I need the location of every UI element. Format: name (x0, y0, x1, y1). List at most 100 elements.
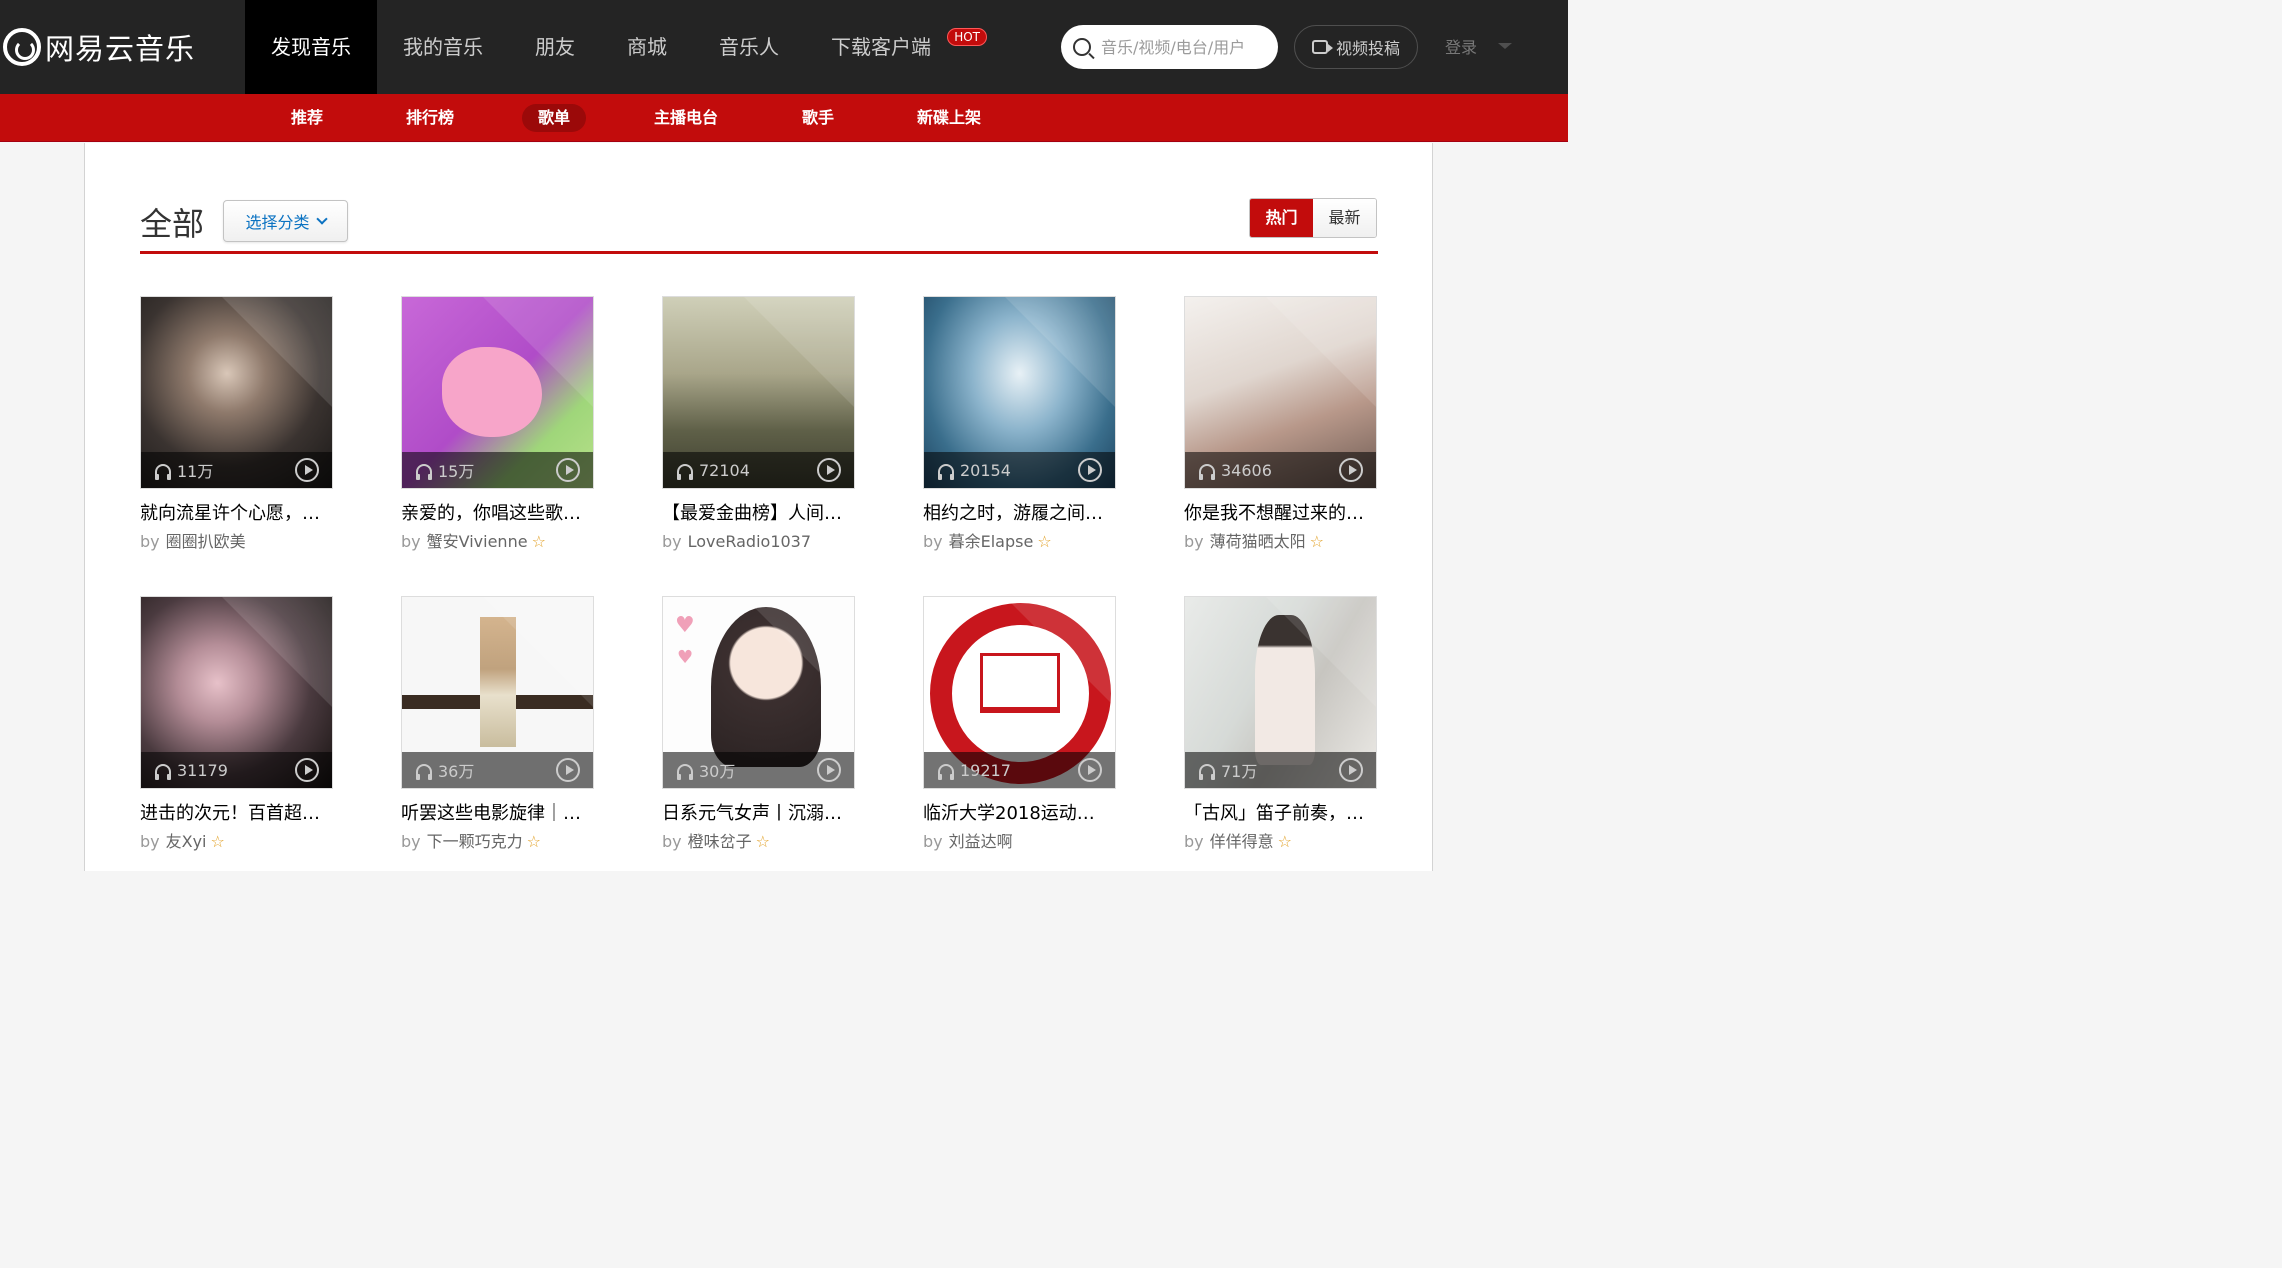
playlist-cover[interactable]: 20154 (923, 296, 1116, 489)
playlist-author[interactable]: 薄荷猫晒太阳 (1210, 531, 1306, 553)
nav-item-friends[interactable]: 朋友 (509, 0, 601, 94)
headphone-icon (416, 764, 432, 780)
play-icon[interactable] (1339, 758, 1363, 782)
star-icon: ☆ (1277, 832, 1292, 851)
playlist-title[interactable]: 听罢这些电影旋律｜… (401, 801, 594, 827)
cover-shine (483, 597, 593, 707)
nav-item-my-music[interactable]: 我的音乐 (377, 0, 509, 94)
nav-item-discover[interactable]: 发现音乐 (245, 0, 377, 94)
playlist-card: 71万 「古风」笛子前奏，… by 佯佯得意 ☆ (1184, 596, 1377, 853)
play-icon[interactable] (1078, 458, 1102, 482)
playlist-author-line: by LoveRadio1037 (662, 531, 855, 553)
subnav-item-new-albums[interactable]: 新碟上架 (901, 104, 997, 132)
cover-bar: 72104 (663, 452, 854, 488)
playlist-author[interactable]: 暮余Elapse (949, 531, 1034, 553)
by-label: by (401, 532, 421, 551)
login-link[interactable]: 登录 (1445, 34, 1477, 58)
headphone-icon (938, 764, 954, 780)
playlist-cover[interactable]: 19217 (923, 596, 1116, 789)
playlist-card: 19217 临沂大学2018运动… by 刘益达啊 (923, 596, 1116, 853)
play-icon[interactable] (1339, 458, 1363, 482)
playlist-title[interactable]: 就向流星许个心愿，… (140, 501, 333, 527)
play-icon[interactable] (556, 458, 580, 482)
caret-down-icon[interactable] (1498, 43, 1512, 49)
nav-item-musician[interactable]: 音乐人 (693, 0, 805, 94)
playlist-title[interactable]: 日系元气女声丨沉溺… (662, 801, 855, 827)
playlist-title[interactable]: 你是我不想醒过来的… (1184, 501, 1377, 527)
search-icon (1073, 38, 1091, 56)
playlist-author-line: by 圈圈扒欧美 (140, 531, 333, 553)
by-label: by (140, 532, 160, 551)
playlist-cover[interactable]: 11万 (140, 296, 333, 489)
video-upload-button[interactable]: 视频投稿 (1294, 25, 1418, 69)
playlist-author[interactable]: 佯佯得意 (1210, 831, 1274, 853)
playlist-author[interactable]: 友Xyi (166, 831, 207, 853)
cover-bar: 20154 (924, 452, 1115, 488)
playlist-cover[interactable]: 71万 (1184, 596, 1377, 789)
nav-item-store[interactable]: 商城 (601, 0, 693, 94)
play-icon[interactable] (295, 758, 319, 782)
subnav-item-recommend[interactable]: 推荐 (275, 104, 339, 132)
headphone-icon (1199, 464, 1215, 480)
playlist-title[interactable]: 【最爱金曲榜】人间… (662, 501, 855, 527)
playlist-author-line: by 暮余Elapse ☆ (923, 531, 1116, 553)
playlist-card: 20154 相约之时，游履之间… by 暮余Elapse ☆ (923, 296, 1116, 553)
cover-shine (1266, 597, 1376, 707)
playlist-author-line: by 橙味岔子 ☆ (662, 831, 855, 853)
playlist-cover[interactable]: 31179 (140, 596, 333, 789)
search-box[interactable] (1061, 25, 1278, 69)
playlist-cover[interactable]: 34606 (1184, 296, 1377, 489)
search-input[interactable] (1101, 37, 1261, 57)
subnav-item-artists[interactable]: 歌手 (786, 104, 850, 132)
by-label: by (1184, 532, 1204, 551)
sort-hot-button[interactable]: 热门 (1250, 199, 1313, 237)
playlist-title[interactable]: 亲爱的，你唱这些歌… (401, 501, 594, 527)
logo-icon (3, 28, 41, 66)
playlist-author[interactable]: 橙味岔子 (688, 831, 752, 853)
subnav-item-playlists[interactable]: 歌单 (522, 104, 587, 132)
play-icon[interactable] (1078, 758, 1102, 782)
playlist-title[interactable]: 「古风」笛子前奏，… (1184, 801, 1377, 827)
playlist-author-line: by 友Xyi ☆ (140, 831, 333, 853)
playlist-author[interactable]: 圈圈扒欧美 (166, 531, 246, 553)
title-divider (140, 251, 1378, 254)
subnav-item-radio[interactable]: 主播电台 (638, 104, 734, 132)
playlist-title[interactable]: 进击的次元！百首超… (140, 801, 333, 827)
cover-shine (222, 297, 332, 407)
play-icon[interactable] (295, 458, 319, 482)
sort-new-button[interactable]: 最新 (1313, 199, 1376, 237)
headphone-icon (938, 464, 954, 480)
playlist-author[interactable]: 下一颗巧克力 (427, 831, 523, 853)
star-icon: ☆ (210, 832, 225, 851)
playlist-author[interactable]: 刘益达啊 (949, 831, 1013, 853)
sort-toggle: 热门 最新 (1249, 198, 1377, 238)
playlist-title[interactable]: 相约之时，游履之间… (923, 501, 1116, 527)
logo[interactable]: 网易云音乐 (0, 24, 195, 70)
subnav-item-charts[interactable]: 排行榜 (390, 104, 470, 132)
playlist-author[interactable]: 蟹安Vivienne (427, 531, 528, 553)
cover-bar: 19217 (924, 752, 1115, 788)
cover-bar: 15万 (402, 452, 593, 488)
play-icon[interactable] (817, 458, 841, 482)
play-count: 72104 (699, 460, 750, 480)
cover-shine (744, 297, 854, 407)
playlist-cover[interactable]: 72104 (662, 296, 855, 489)
star-icon: ☆ (1309, 532, 1324, 551)
playlist-title[interactable]: 临沂大学2018运动… (923, 801, 1116, 827)
playlist-card: 34606 你是我不想醒过来的… by 薄荷猫晒太阳 ☆ (1184, 296, 1377, 553)
play-count: 20154 (960, 460, 1011, 480)
playlist-author[interactable]: LoveRadio1037 (688, 531, 811, 553)
cover-bar: 71万 (1185, 752, 1376, 788)
select-category-button[interactable]: 选择分类 (223, 200, 348, 242)
headphone-icon (677, 764, 693, 780)
nav-item-download[interactable]: 下载客户端 HOT (805, 0, 987, 94)
playlist-cover[interactable]: 36万 (401, 596, 594, 789)
playlist-cover[interactable]: ♥ ♥ 30万 (662, 596, 855, 789)
cover-bar: 30万 (663, 752, 854, 788)
play-icon[interactable] (556, 758, 580, 782)
playlist-cover[interactable]: 15万 (401, 296, 594, 489)
play-icon[interactable] (817, 758, 841, 782)
nav-item-download-label: 下载客户端 (831, 35, 931, 59)
star-icon: ☆ (526, 832, 541, 851)
hot-badge: HOT (947, 28, 987, 46)
